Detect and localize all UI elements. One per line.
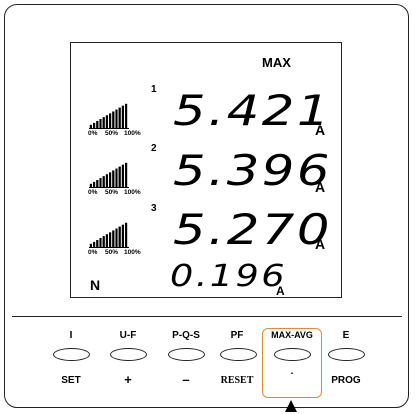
button-highlight [262,328,322,398]
bar-segment [118,226,121,248]
bar-segment [112,170,115,188]
line-unit: A [315,122,326,138]
bar-scale-mid: 50% [105,249,119,256]
bar-graph-icon [89,103,129,129]
bar-scale-low: 0% [88,189,98,196]
button-label-bottom: + [124,372,132,387]
bar-segment [121,224,124,248]
bar-scale: 0% 50% 100% [88,130,150,138]
button-label-top: U-F [119,330,137,341]
neutral-label: N [90,277,101,293]
bar-scale-high: 100% [124,189,141,196]
bar-segment [102,176,105,188]
bar-segment [115,228,118,248]
bar-segment [121,105,124,129]
bar-graph-icon [89,162,129,188]
bar-segment [125,103,128,129]
p-q-s-minus-button[interactable] [168,348,205,361]
bar-scale-low: 0% [88,249,98,256]
bar-segment [112,230,115,248]
line-number: 2 [151,143,157,154]
u-f-plus-button[interactable] [110,348,147,361]
bar-scale: 0% 50% 100% [88,189,150,197]
line-value: 5.396 [173,146,332,195]
bar-segment [96,239,99,248]
arrow-up-icon [285,400,297,412]
bar-graph-icon [89,222,129,248]
line-unit: A [315,179,326,195]
bar-segment [99,119,102,129]
button-label-top: I [69,330,73,341]
bar-segment [112,111,115,129]
button-label-top: E [342,330,350,341]
bar-segment [96,120,99,129]
bar-segment [105,115,108,129]
bar-segment [102,117,105,129]
e-prog-button[interactable] [328,348,365,361]
bar-segment [89,124,92,129]
bar-segment [115,109,118,129]
line-unit: A [315,236,326,252]
line-value: 5.270 [173,205,332,254]
line-value: 5.421 [173,86,332,135]
bar-scale: 0% 50% 100% [88,249,150,257]
bar-segment [121,164,124,188]
bar-segment [92,122,96,129]
bar-segment [105,234,108,248]
bar-segment [118,107,121,129]
button-label-bottom: PROG [331,375,361,386]
bar-segment [92,241,96,248]
bar-segment [109,113,112,129]
neutral-value: 0.196 [170,259,287,294]
bar-scale-high: 100% [124,130,141,137]
bar-segment [96,179,99,188]
button-label-bottom: SET [61,375,81,386]
pf-reset-button[interactable] [220,348,257,361]
bar-segment [118,166,121,188]
bar-segment [89,243,92,248]
i-set-button[interactable] [53,348,90,361]
bar-segment [92,181,96,188]
button-label-top: PF [230,330,244,341]
bar-segment [99,178,102,188]
bar-segment [102,236,105,248]
panel-divider [12,316,402,317]
bar-segment [115,168,118,188]
bar-segment [109,232,112,248]
bar-segment [125,162,128,188]
line-number: 3 [151,203,157,214]
neutral-unit: A [276,284,285,298]
bar-scale-low: 0% [88,130,98,137]
bar-segment [99,238,102,248]
bar-segment [105,174,108,188]
bar-scale-high: 100% [124,249,141,256]
bar-segment [109,172,112,188]
bar-segment [89,183,92,188]
bar-scale-mid: 50% [105,130,119,137]
bar-segment [125,222,128,248]
max-indicator: MAX [262,55,291,70]
button-label-bottom: RESET [220,375,254,386]
line-number: 1 [151,84,157,95]
bar-scale-mid: 50% [105,189,119,196]
